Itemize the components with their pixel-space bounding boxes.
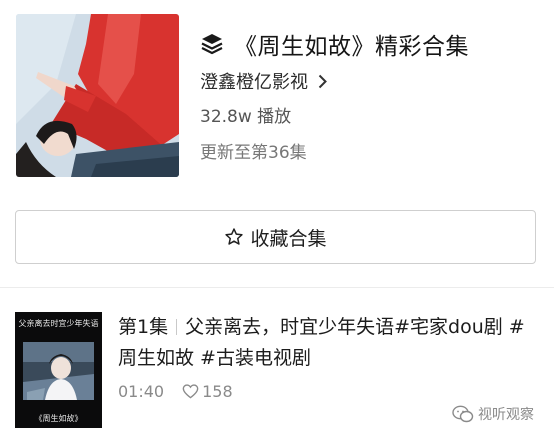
watermark: 视听观察 [452,404,534,424]
author-name: 澄鑫橙亿影视 [200,72,308,93]
collection-title: 《周生如故》精彩合集 [234,34,469,60]
chevron-right-icon [318,74,327,88]
favorite-collection-button[interactable]: 收藏合集 [15,210,536,264]
episode-number: 第1集 [118,316,169,338]
collection-title-row: 《周生如故》精彩合集 [200,26,469,62]
thumbnail-caption-bottom: 《周生如故》 [34,414,83,423]
like-count: 158 [202,382,233,401]
section-divider [0,287,554,288]
episode-thumbnail[interactable]: 父亲离去时宜少年失语 《周生如故》 [15,312,102,428]
heart-icon [182,384,199,399]
update-status: 更新至第36集 [200,143,307,163]
play-count: 32.8w 播放 [200,107,292,127]
watermark-text: 视听观察 [478,407,534,423]
collection-stack-icon [201,34,223,55]
wechat-icon [452,405,474,423]
collection-cover-image[interactable] [16,14,179,177]
favorite-button-label: 收藏合集 [250,227,327,250]
episode-title: 父亲离去，时宜少年失语#宅家dou剧 #周生如故 #古装电视剧 [118,316,525,369]
author-link[interactable]: 澄鑫橙亿影视 [200,66,327,96]
episode-title-link[interactable]: 第1集 父亲离去，时宜少年失语#宅家dou剧 #周生如故 #古装电视剧 [118,312,542,374]
title-separator [176,319,178,335]
star-icon [225,228,244,245]
episode-duration: 01:40 [118,382,165,401]
episode-meta: 01:40 158 [118,382,233,401]
